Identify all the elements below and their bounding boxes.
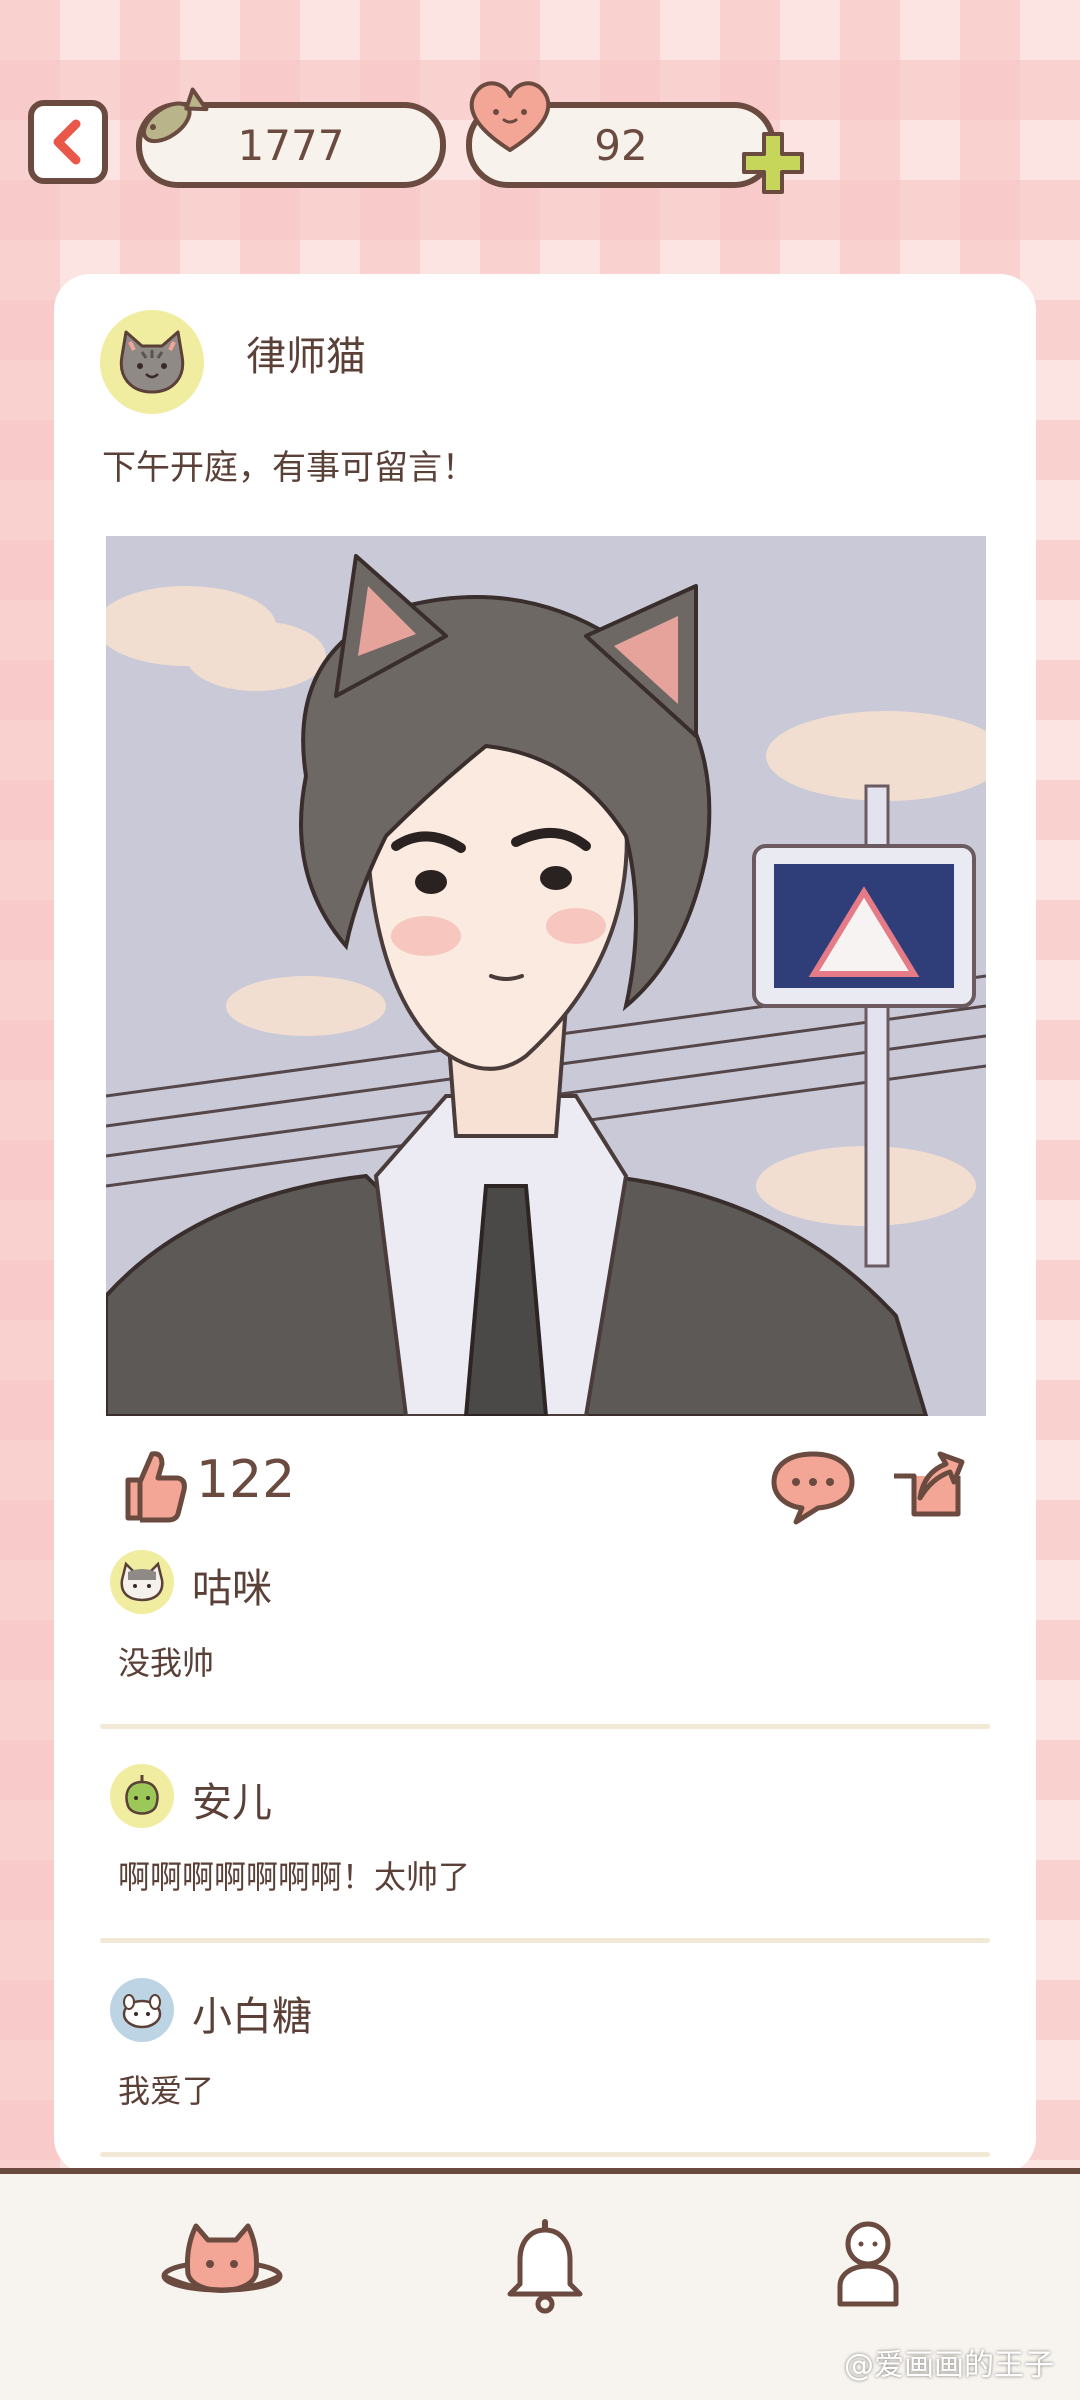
comment-avatar[interactable] [110,1978,174,2042]
comment-icon[interactable] [768,1446,858,1526]
bell-icon[interactable] [500,2214,590,2314]
pepper-avatar-icon [125,1775,159,1815]
heart-count: 92 [594,120,648,170]
comment-text: 没我帅 [118,1644,215,1682]
heart-icon [469,81,551,152]
comment-author[interactable]: 小白糖 [192,1984,312,2042]
post-card: 律师猫 下午开庭，有事可留言！ 122 咕咪 没我帅 安儿 啊啊啊啊啊啊啊！太帅… [54,274,1036,2174]
profile-icon[interactable] [828,2214,908,2314]
author-avatar[interactable] [100,310,204,414]
comment-author[interactable]: 安儿 [192,1770,272,1828]
comment-divider [100,1724,990,1729]
bunny-avatar-icon [122,1994,162,2029]
comment-avatar[interactable] [110,1550,174,1614]
author-name[interactable]: 律师猫 [246,324,366,382]
illustration-lawyer-cat [106,536,986,1416]
comment-divider [100,1938,990,1943]
like-icon[interactable] [118,1444,190,1524]
post-image[interactable] [106,536,986,1416]
back-button[interactable] [28,100,108,184]
cat-avatar-icon [119,330,185,394]
share-icon[interactable] [884,1442,968,1526]
post-text: 下午开庭，有事可留言！ [102,448,476,488]
cat-avatar-icon [120,1561,164,1602]
comment-avatar[interactable] [110,1764,174,1828]
comment-item: 安儿 啊啊啊啊啊啊啊！太帅了 [54,1764,1036,1978]
fish-count: 1777 [237,120,345,170]
watermark: @爱画画的王子 [844,2348,1054,2383]
comment-divider [100,2152,990,2157]
planet-cat-icon[interactable] [160,2214,284,2314]
like-count: 122 [196,1450,296,1510]
plus-icon[interactable] [738,128,808,198]
back-arrow-icon [53,119,81,165]
comment-item: 小白糖 我爱了 [54,1978,1036,2192]
comment-item: 咕咪 没我帅 [54,1550,1036,1764]
fish-icon [141,87,209,144]
comment-author[interactable]: 咕咪 [192,1556,272,1614]
comment-text: 我爱了 [118,2072,215,2110]
comment-text: 啊啊啊啊啊啊啊！太帅了 [118,1858,471,1896]
